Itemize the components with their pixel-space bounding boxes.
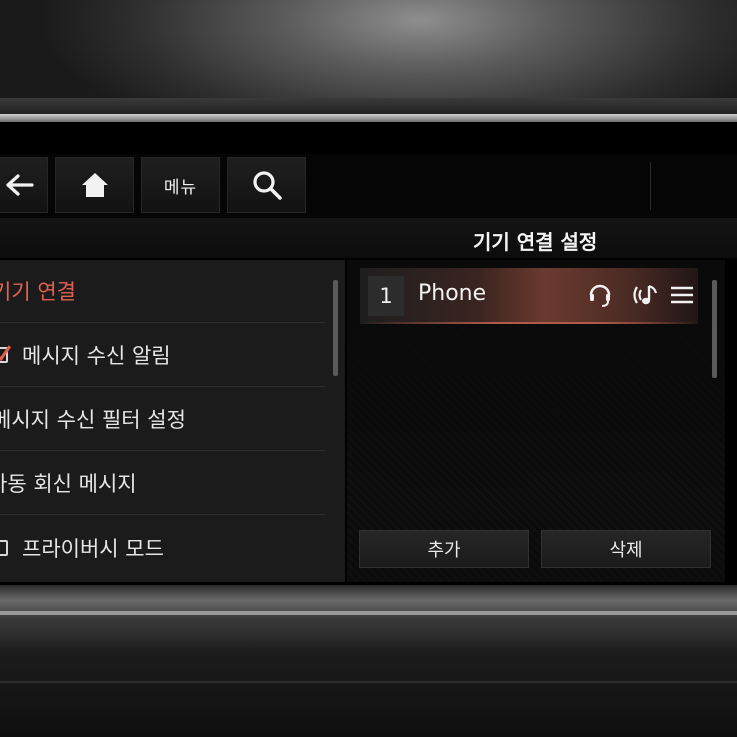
menu-item-label: 메시지 수신 알림 [22,344,171,368]
infotainment-screen: 메뉴 기기 연결 설정 기기 연결 메시지 수신 알림 메시지 수신 필터 설정… [0,122,737,585]
menu-item-label: 자동 회신 메시지 [0,472,137,496]
list-menu-icon[interactable] [670,280,694,310]
page-title: 기기 연결 설정 [473,230,598,254]
back-button[interactable] [0,157,48,213]
checkmark-icon [0,341,12,362]
search-button[interactable] [227,157,306,213]
menu-item-device-connection[interactable]: 기기 연결 [0,260,325,323]
device-row[interactable]: 1 Phone [360,268,698,324]
menu-item-auto-reply[interactable]: 자동 회신 메시지 [0,452,325,515]
search-icon [252,171,282,200]
device-index: 1 [368,276,404,316]
headset-icon [588,280,612,310]
add-button-label: 추가 [427,540,461,561]
top-toolbar: 메뉴 [0,154,737,218]
left-scrollbar[interactable] [333,280,338,376]
settings-menu-panel: 기기 연결 메시지 수신 알림 메시지 수신 필터 설정 자동 회신 메시지 프… [0,260,345,582]
menu-item-message-filter[interactable]: 메시지 수신 필터 설정 [0,388,325,451]
home-button[interactable] [55,157,134,213]
menu-button-label: 메뉴 [163,177,198,198]
dashboard-bottom-surround [0,585,737,737]
back-arrow-icon [6,174,34,196]
title-bar [0,218,737,258]
menu-button[interactable]: 메뉴 [141,157,220,213]
message-notification-checkbox[interactable] [0,341,12,363]
toolbar-divider [650,162,651,210]
add-device-button[interactable]: 추가 [359,530,529,568]
dashboard-top-surround [0,0,737,122]
delete-device-button[interactable]: 삭제 [541,530,711,568]
menu-item-label: 메시지 수신 필터 설정 [0,408,186,432]
privacy-mode-checkbox[interactable] [0,539,8,556]
menu-item-label: 기기 연결 [0,280,76,304]
home-icon [81,173,108,197]
bluetooth-audio-icon [630,280,660,310]
menu-item-message-notification[interactable]: 메시지 수신 알림 [0,324,325,387]
right-scrollbar[interactable] [712,280,717,378]
device-name: Phone [418,281,487,306]
screen-bezel [0,114,737,122]
delete-button-label: 삭제 [609,540,643,561]
menu-item-privacy-mode[interactable]: 프라이버시 모드 [0,516,325,579]
menu-item-label: 프라이버시 모드 [22,536,164,561]
